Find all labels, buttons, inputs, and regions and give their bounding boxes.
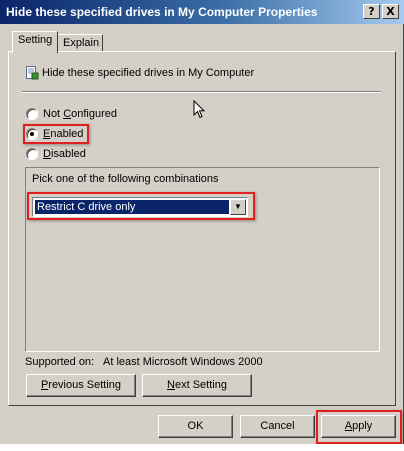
tab-setting-label: Setting [18,34,53,46]
next-setting-button[interactable]: Next Setting [142,374,252,397]
tab-explain-label: Explain [63,37,100,49]
supported-on-value: At least Microsoft Windows 2000 [103,356,263,368]
background-strip [0,444,404,451]
properties-dialog: Hide these specified drives in My Comput… [0,0,404,451]
disabled-label[interactable]: Disabled [43,148,86,160]
previous-setting-button[interactable]: Previous Setting [26,374,136,397]
policy-setting-icon [25,66,39,80]
mouse-pointer-icon [193,99,207,123]
close-button[interactable]: X [382,4,399,19]
disabled-radio[interactable] [26,148,38,160]
enabled-highlight [23,124,89,144]
not-configured-label[interactable]: Not Configured [43,108,117,120]
tab-setting[interactable]: Setting [12,31,58,53]
title-bar[interactable]: Hide these specified drives in My Comput… [0,0,404,24]
policy-title: Hide these specified drives in My Comput… [42,67,255,79]
header-divider [22,91,381,93]
tab-explain[interactable]: Explain [57,34,103,52]
not-configured-radio[interactable] [26,108,38,120]
ok-button[interactable]: OK [158,415,233,438]
cancel-button[interactable]: Cancel [240,415,315,438]
help-button[interactable]: ? [363,4,380,19]
apply-highlight [316,410,402,444]
supported-on-label: Supported on: [25,356,95,368]
window-title: Hide these specified drives in My Comput… [6,5,318,19]
combinations-label: Pick one of the following combinations [32,173,219,185]
dropdown-highlight [27,192,255,220]
